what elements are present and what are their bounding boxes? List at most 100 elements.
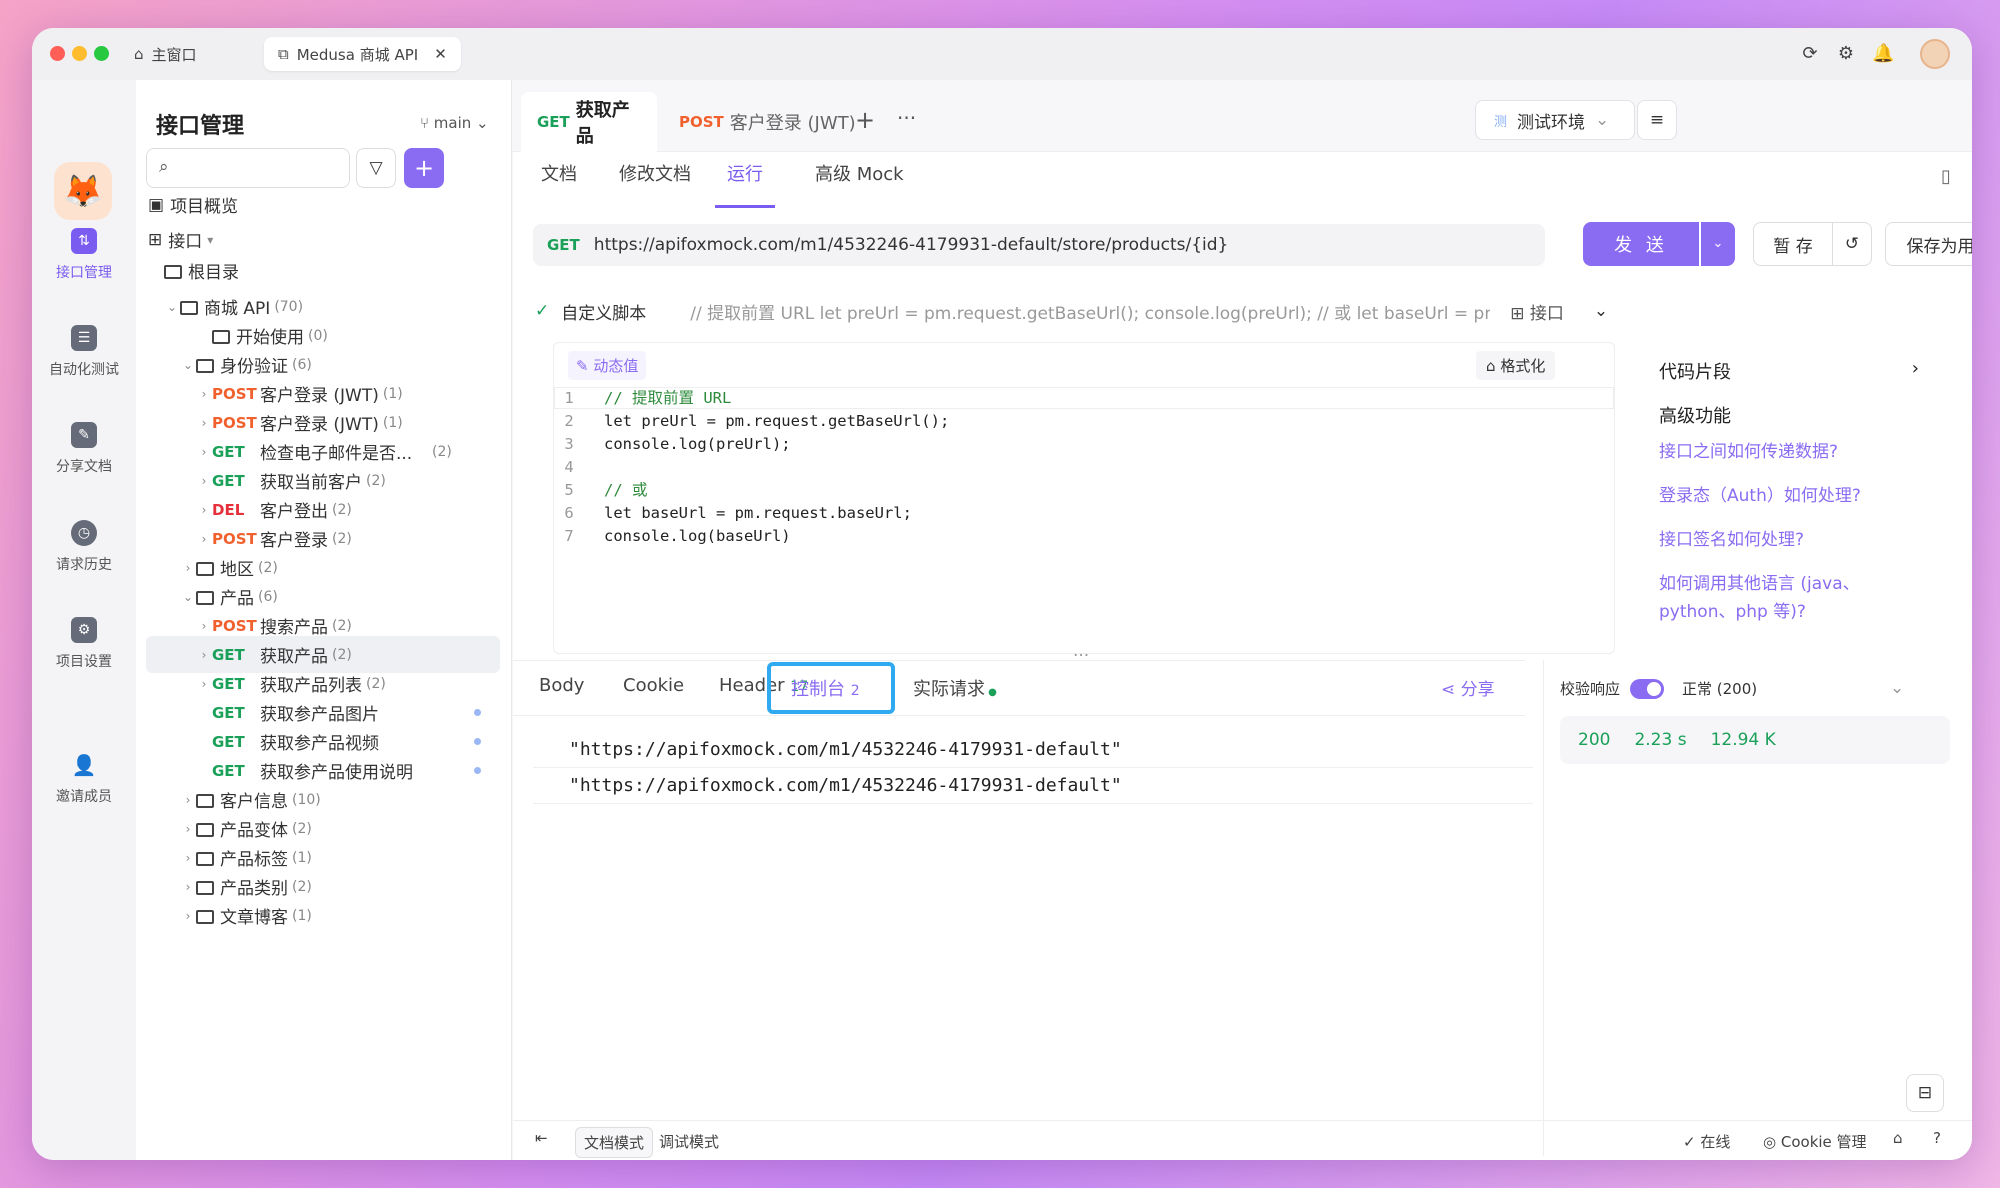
code-line[interactable]: 3 console.log(preUrl); <box>554 433 949 456</box>
custom-script-header[interactable]: ✓ 自定义脚本 // 提取前置 URL let preUrl = pm.requ… <box>535 288 1935 334</box>
test-icon: ☰ <box>71 325 97 351</box>
code-editor[interactable]: ✎ 动态值 ⌂ 格式化 1 // 提取前置 URL 2 let preUrl = pm… <box>553 342 1615 654</box>
chevron-right-icon[interactable]: › <box>196 503 212 517</box>
revert-button[interactable]: ↺ <box>1832 222 1872 266</box>
chevron-right-icon[interactable]: › <box>180 561 196 575</box>
maximize-window-button[interactable] <box>94 46 109 61</box>
code-line[interactable]: 2 let preUrl = pm.request.getBaseUrl(); <box>554 410 949 433</box>
url-method[interactable]: GET <box>547 236 580 254</box>
rail-item-settings[interactable]: ⚙ 项目设置 <box>32 617 136 671</box>
tab-run[interactable]: 运行 <box>715 160 775 208</box>
cookie-manager-button[interactable]: ◎ Cookie 管理 <box>1763 1131 1867 1152</box>
online-status[interactable]: ✓ 在线 <box>1683 1131 1730 1152</box>
home-tab[interactable]: ⌂ 主窗口 <box>120 37 211 71</box>
chevron-right-icon[interactable]: › <box>180 822 196 836</box>
tree-count: (2) <box>292 820 312 837</box>
snippet-link[interactable]: 接口之间如何传递数据? <box>1659 438 1838 466</box>
rail-item-api-management[interactable]: ⇅ 接口管理 <box>32 228 136 282</box>
url-input[interactable]: https://apifoxmock.com/m1/4532246-417993… <box>594 235 1229 255</box>
method-badge: POST <box>212 529 257 548</box>
format-button[interactable]: ⌂ 格式化 <box>1476 351 1556 380</box>
tree-folder[interactable]: › 文章博客 (1) <box>136 897 512 934</box>
send-dropdown-button[interactable]: ⌄ <box>1701 222 1735 266</box>
layout-toggle-icon[interactable]: ▯ <box>1941 166 1951 187</box>
tab-body[interactable]: Body <box>539 675 584 696</box>
dynamic-value-button[interactable]: ✎ 动态值 <box>568 351 647 380</box>
filter-button[interactable]: ▽ <box>356 148 396 188</box>
branch-selector[interactable]: ⑂ main ⌄ <box>420 114 489 132</box>
sidebar-item-root[interactable]: 根目录 <box>136 252 512 289</box>
share-button[interactable]: ⋖ 分享 <box>1441 675 1495 700</box>
gear-icon[interactable]: ⚙ <box>1836 44 1856 64</box>
tab-customer-login[interactable]: POST 客户登录 (JWT) <box>663 92 872 152</box>
snippets-title[interactable]: 代码片段 › <box>1659 358 1919 384</box>
chevron-right-icon[interactable]: › <box>196 619 212 633</box>
chevron-right-icon[interactable]: › <box>196 474 212 488</box>
menu-button[interactable]: ≡ <box>1637 100 1677 140</box>
code-line[interactable]: 5 // 或 <box>554 479 949 502</box>
method-badge: POST <box>212 413 257 432</box>
debug-mode-button[interactable]: 调试模式 <box>659 1131 719 1152</box>
url-bar[interactable]: GET https://apifoxmock.com/m1/4532246-41… <box>533 224 1545 266</box>
unsaved-dot <box>474 738 481 745</box>
bell-icon[interactable]: 🔔 <box>1872 44 1894 64</box>
doc-mode-button[interactable]: 文档模式 <box>575 1127 654 1158</box>
rail-item-auto-test[interactable]: ☰ 自动化测试 <box>32 325 136 379</box>
add-button[interactable]: + <box>404 148 444 188</box>
chevron-right-icon[interactable]: › <box>196 648 212 662</box>
chevron-down-icon[interactable]: ⌄ <box>1890 678 1904 698</box>
rail-item-history[interactable]: ◷ 请求历史 <box>32 520 136 574</box>
code-line[interactable]: 1 // 提取前置 URL <box>554 387 949 410</box>
collapse-sidebar-icon[interactable]: ⇤ <box>535 1129 548 1147</box>
snippet-link[interactable]: 如何调用其他语言 (java、python、php 等)? <box>1659 570 1899 626</box>
code-line[interactable]: 6 let baseUrl = pm.request.baseUrl; <box>554 502 949 525</box>
close-window-button[interactable] <box>50 46 65 61</box>
tab-actual-request[interactable]: 实际请求 ● <box>913 675 997 701</box>
save-case-button[interactable]: 保存为用例 <box>1885 222 1972 266</box>
chevron-right-icon[interactable]: › <box>196 532 212 546</box>
project-logo[interactable]: 🦊 <box>54 162 112 220</box>
shirt-icon[interactable]: ⌂ <box>1893 1129 1903 1147</box>
project-tab[interactable]: ⧉ Medusa 商城 API ✕ <box>264 37 461 71</box>
chevron-right-icon[interactable]: › <box>196 387 212 401</box>
more-tabs-button[interactable]: ··· <box>897 106 916 130</box>
search-input[interactable]: ⌕ <box>146 148 350 188</box>
sync-icon[interactable]: ⟳ <box>1800 44 1820 64</box>
tree-count: (2) <box>332 530 352 547</box>
minimize-window-button[interactable] <box>72 46 87 61</box>
tab-cookie[interactable]: Cookie <box>623 675 684 696</box>
collapse-icon[interactable]: ⌄ <box>1594 301 1608 321</box>
chevron-right-icon[interactable]: › <box>196 445 212 459</box>
snippet-link[interactable]: 登录态（Auth）如何处理? <box>1659 482 1861 510</box>
chevron-down-icon[interactable]: ⌄ <box>180 358 196 372</box>
code-line[interactable]: 4 <box>554 456 949 479</box>
chevron-right-icon[interactable]: › <box>196 677 212 691</box>
avatar[interactable] <box>1920 39 1950 69</box>
tab-advanced-mock[interactable]: 高级 Mock <box>815 160 904 208</box>
tab-docs[interactable]: 文档 <box>541 160 577 208</box>
plus-icon: + <box>855 106 876 134</box>
chevron-right-icon[interactable]: › <box>180 880 196 894</box>
save-button[interactable]: 暂 存 <box>1753 222 1833 266</box>
rail-item-invite[interactable]: 👤 邀请成员 <box>32 752 136 806</box>
tab-edit-docs[interactable]: 修改文档 <box>619 160 691 208</box>
chevron-right-icon[interactable]: › <box>196 416 212 430</box>
send-button[interactable]: 发 送 <box>1583 222 1699 266</box>
snippet-link[interactable]: 接口签名如何处理? <box>1659 526 1804 554</box>
chevron-down-icon[interactable]: ⌄ <box>164 300 180 314</box>
verify-toggle[interactable] <box>1630 678 1665 699</box>
sidebar-item-overview[interactable]: ▣ 项目概览 <box>136 186 512 223</box>
new-tab-button[interactable]: + <box>855 106 875 134</box>
env-selector[interactable]: 测测试环境 ⌄ <box>1475 100 1635 140</box>
chevron-right-icon[interactable]: › <box>180 909 196 923</box>
code-line[interactable]: 7 console.log(baseUrl) <box>554 525 949 548</box>
layout-grid-button[interactable]: ⊟ <box>1906 1074 1944 1112</box>
filter-icon: ▽ <box>369 158 383 178</box>
tab-get-product[interactable]: GET 获取产品 <box>521 92 657 152</box>
close-tab-icon[interactable]: ✕ <box>434 45 447 63</box>
chevron-right-icon[interactable]: › <box>180 851 196 865</box>
help-icon[interactable]: ? <box>1933 1129 1941 1147</box>
chevron-down-icon[interactable]: ⌄ <box>180 590 196 604</box>
chevron-right-icon[interactable]: › <box>180 793 196 807</box>
rail-item-share-docs[interactable]: ✎ 分享文档 <box>32 422 136 476</box>
